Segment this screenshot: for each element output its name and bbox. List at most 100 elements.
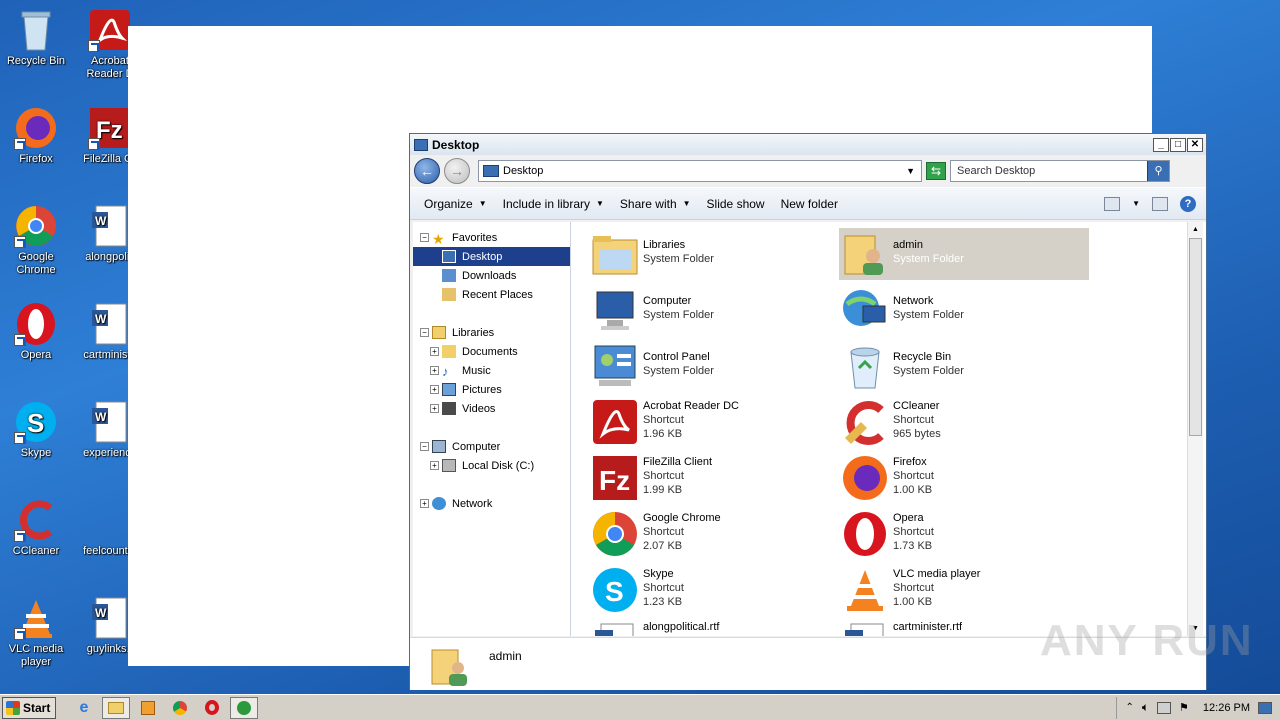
list-item[interactable]: CCleaner Shortcut 965 bytes xyxy=(839,396,1089,448)
list-item-selected[interactable]: admin System Folder xyxy=(839,228,1089,280)
nav-videos[interactable]: + Videos xyxy=(413,399,570,418)
include-in-library-label: Include in library xyxy=(502,196,590,211)
list-item[interactable]: Acrobat Reader DC Shortcut 1.96 KB xyxy=(589,396,839,448)
new-folder-label: New folder xyxy=(780,196,838,211)
list-item[interactable]: Recycle Bin System Folder xyxy=(839,340,1089,392)
close-button[interactable]: ✕ xyxy=(1187,137,1203,152)
nav-music[interactable]: + ♪ Music xyxy=(413,361,570,380)
list-item[interactable]: Network System Folder xyxy=(839,284,1089,336)
collapse-icon[interactable]: − xyxy=(420,328,429,337)
nav-computer[interactable]: − Computer xyxy=(413,437,570,456)
vertical-scrollbar[interactable]: ▲ ▼ xyxy=(1187,222,1203,636)
forward-button[interactable]: → xyxy=(444,158,470,184)
word-doc-icon: W xyxy=(88,204,132,248)
desktop-icon-ccleaner[interactable]: CCleaner xyxy=(0,498,72,558)
taskbar-app[interactable] xyxy=(230,696,258,719)
control-panel-icon xyxy=(591,342,639,390)
nav-recent-places-label: Recent Places xyxy=(462,288,533,301)
flag-icon[interactable]: ⚑ xyxy=(1179,701,1189,714)
item-name: admin xyxy=(893,239,923,251)
taskbar-explorer[interactable] xyxy=(102,696,130,719)
item-size: 2.07 KB xyxy=(643,540,683,552)
expand-icon[interactable]: + xyxy=(430,404,439,413)
filezilla-icon: Fz xyxy=(591,454,639,502)
new-folder-button[interactable]: New folder xyxy=(773,192,846,216)
scroll-up-icon[interactable]: ▲ xyxy=(1189,223,1202,236)
desktop-icon-firefox[interactable]: Firefox xyxy=(0,106,72,166)
disk-icon xyxy=(442,459,456,472)
scroll-thumb[interactable] xyxy=(1189,238,1202,436)
organize-button[interactable]: Organize ▼ xyxy=(416,192,495,216)
chevron-down-icon[interactable]: ▼ xyxy=(906,166,915,176)
back-button[interactable]: ← xyxy=(414,158,440,184)
expand-icon[interactable]: + xyxy=(430,385,439,394)
nav-libraries[interactable]: − Libraries xyxy=(413,323,570,342)
collapse-icon[interactable]: − xyxy=(420,233,429,242)
title-bar[interactable]: Desktop _ □ ✕ xyxy=(410,134,1206,155)
explorer-body: − ★ Favorites Desktop Downloads Recent Pla… xyxy=(410,222,1206,636)
preview-pane-icon[interactable] xyxy=(1152,196,1168,211)
chevron-down-icon[interactable]: ▼ xyxy=(1132,199,1140,208)
minimize-button[interactable]: _ xyxy=(1153,137,1169,152)
list-item[interactable]: alongpolitical.rtf xyxy=(589,620,839,636)
maximize-button[interactable]: □ xyxy=(1170,137,1186,152)
desktop-icon-opera[interactable]: Opera xyxy=(0,302,72,362)
desktop-icon-skype[interactable]: S Skype xyxy=(0,400,72,460)
help-icon[interactable]: ? xyxy=(1180,195,1196,212)
list-item[interactable]: Opera Shortcut 1.73 KB xyxy=(839,508,1089,560)
downloads-icon xyxy=(442,269,456,282)
list-item[interactable]: S Skype Shortcut 1.23 KB xyxy=(589,564,839,616)
item-size: 1.99 KB xyxy=(643,484,683,496)
expand-icon[interactable]: + xyxy=(420,499,429,508)
libraries-icon xyxy=(432,326,446,339)
nav-network[interactable]: + Network xyxy=(413,494,570,513)
nav-recent-places[interactable]: Recent Places xyxy=(413,285,570,304)
item-name: Opera xyxy=(893,512,924,524)
taskbar-chrome[interactable] xyxy=(166,697,194,719)
slide-show-button[interactable]: Slide show xyxy=(699,192,773,216)
view-options-icon[interactable] xyxy=(1104,196,1121,211)
share-with-button[interactable]: Share with ▼ xyxy=(612,192,699,216)
expand-icon[interactable]: + xyxy=(430,347,439,356)
clock[interactable]: 12:26 PM xyxy=(1203,702,1250,714)
list-item[interactable]: Firefox Shortcut 1.00 KB xyxy=(839,452,1089,504)
address-bar[interactable]: Desktop ▼ xyxy=(478,160,922,182)
expand-icon[interactable]: + xyxy=(430,366,439,375)
item-name: Firefox xyxy=(893,456,927,468)
start-button[interactable]: Start xyxy=(2,696,56,719)
nav-favorites[interactable]: − ★ Favorites xyxy=(413,228,570,247)
search-box[interactable]: Search Desktop ⚲ xyxy=(950,160,1170,182)
svg-text:W: W xyxy=(95,214,107,228)
nav-local-disk[interactable]: + Local Disk (C:) xyxy=(413,456,570,475)
nav-desktop[interactable]: Desktop xyxy=(413,247,570,266)
search-icon[interactable]: ⚲ xyxy=(1147,161,1169,181)
collapse-icon[interactable]: − xyxy=(420,442,429,451)
desktop-icon-chrome[interactable]: Google Chrome xyxy=(0,204,72,277)
list-item[interactable]: Fz FileZilla Client Shortcut 1.99 KB xyxy=(589,452,839,504)
taskbar-opera[interactable] xyxy=(198,697,226,719)
nav-pictures[interactable]: + Pictures xyxy=(413,380,570,399)
show-hidden-icons-icon[interactable]: ⌃ xyxy=(1125,702,1133,713)
list-item[interactable]: Google Chrome Shortcut 2.07 KB xyxy=(589,508,839,560)
list-item[interactable]: Computer System Folder xyxy=(589,284,839,336)
include-in-library-button[interactable]: Include in library ▼ xyxy=(495,192,612,216)
expand-icon[interactable]: + xyxy=(430,461,439,470)
videos-icon xyxy=(442,402,456,415)
navigation-pane: − ★ Favorites Desktop Downloads Recent Pla… xyxy=(413,222,571,636)
desktop-icon-vlc[interactable]: VLC media player xyxy=(0,596,72,669)
desktop-icon-recycle-bin[interactable]: Recycle Bin xyxy=(0,8,72,68)
pictures-icon xyxy=(442,383,456,396)
nav-documents[interactable]: + Documents xyxy=(413,342,570,361)
list-item[interactable]: Libraries System Folder xyxy=(589,228,839,280)
refresh-button[interactable]: ⇆ xyxy=(926,162,946,180)
nav-downloads[interactable]: Downloads xyxy=(413,266,570,285)
svg-text:W: W xyxy=(95,410,107,424)
vlc-icon xyxy=(841,566,889,614)
taskbar-media-player[interactable] xyxy=(134,697,162,719)
show-desktop-icon[interactable] xyxy=(1258,701,1272,714)
list-item[interactable]: Control Panel System Folder xyxy=(589,340,839,392)
volume-icon[interactable]: 🔈︎ xyxy=(1142,700,1149,715)
list-item[interactable]: VLC media player Shortcut 1.00 KB xyxy=(839,564,1089,616)
taskbar-ie[interactable]: e xyxy=(70,697,98,719)
network-tray-icon[interactable] xyxy=(1157,701,1172,714)
